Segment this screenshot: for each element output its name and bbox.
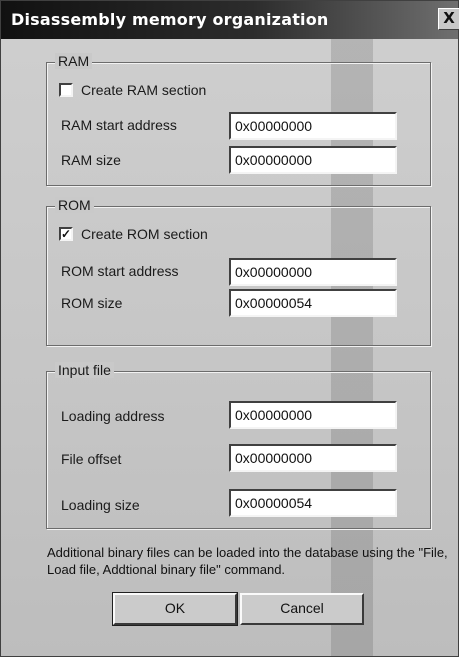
rom-group-label: ROM [55,197,94,213]
ram-group-label: RAM [55,53,93,69]
rom-size-label: ROM size [61,295,123,311]
create-rom-section-checkbox[interactable]: ✓ Create ROM section [59,226,208,242]
ram-checkbox-box[interactable] [59,83,73,97]
rom-start-address-label: ROM start address [61,263,179,279]
ram-start-address-input[interactable] [229,112,397,140]
input-file-group-label: Input file [55,362,114,378]
create-ram-section-checkbox[interactable]: Create RAM section [59,82,206,98]
title-bar[interactable]: Disassembly memory organization X [1,1,459,39]
rom-start-address-input[interactable] [229,258,397,286]
ram-size-input[interactable] [229,146,397,174]
rom-group: ROM ✓ Create ROM section ROM start addre… [46,197,431,346]
loading-address-input[interactable] [229,401,397,429]
close-button[interactable]: X [438,8,459,30]
rom-size-input[interactable] [229,289,397,317]
cancel-button[interactable]: Cancel [240,593,364,625]
dialog-title: Disassembly memory organization [11,10,329,29]
input-file-group: Input file Loading address File offset L… [46,362,431,529]
file-offset-label: File offset [61,451,122,467]
loading-address-label: Loading address [61,408,165,424]
memory-organization-dialog: Disassembly memory organization X RAM Cr… [0,0,459,657]
ram-size-label: RAM size [61,152,121,168]
loading-size-input[interactable] [229,489,397,517]
close-icon: X [443,9,455,27]
rom-checkbox-box[interactable]: ✓ [59,227,73,241]
ok-button[interactable]: OK [112,592,238,626]
loading-size-label: Loading size [61,497,140,513]
ram-start-address-label: RAM start address [61,117,177,133]
ram-group: RAM Create RAM section RAM start address… [46,53,431,186]
file-offset-input[interactable] [229,444,397,472]
create-ram-section-label: Create RAM section [81,82,207,98]
create-rom-section-label: Create ROM section [81,226,208,242]
additional-files-note: Additional binary files can be loaded in… [47,545,448,577]
